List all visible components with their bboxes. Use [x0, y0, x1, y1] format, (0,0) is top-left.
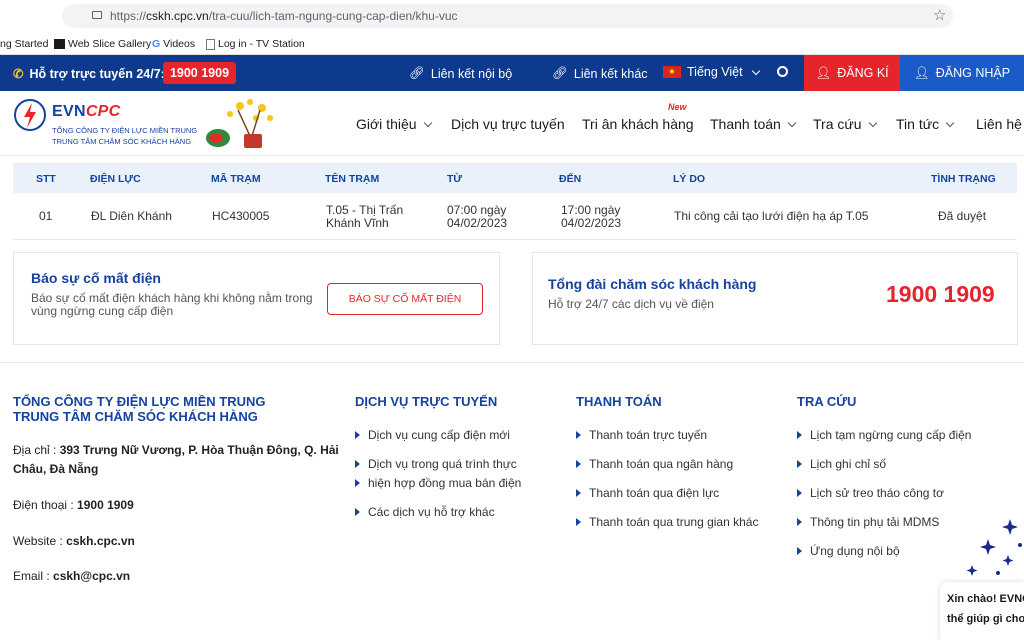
cell-ten-tram-2: Khánh Vĩnh — [326, 216, 389, 230]
chat-line-2: thể giúp gì cho — [947, 613, 1024, 625]
footer-website: Website : cskh.cpc.vn — [13, 534, 135, 548]
cell-den-2: 04/02/2023 — [561, 216, 622, 230]
footer-link-contract-2[interactable]: hiện hợp đồng mua bán điện — [354, 474, 521, 493]
bookmark-videos[interactable]: G Videos — [152, 38, 195, 50]
footer-company-2: TRUNG TÂM CHĂM SÓC KHÁCH HÀNG — [13, 409, 258, 424]
report-outage-button[interactable]: BÁO SỰ CỐ MẤT ĐIỆN — [327, 283, 483, 315]
cell-tinh-trang: Đã duyệt — [938, 209, 987, 223]
footer-link-meter-history[interactable]: Lịch sử treo tháo công tơ — [797, 484, 944, 503]
nav-gioi-thieu[interactable]: Giới thiệu — [356, 116, 432, 132]
footer-link-pay-online[interactable]: Thanh toán trực tuyến — [575, 426, 707, 445]
footer-lookup-title: TRA CỨU — [797, 394, 857, 409]
bookmark-web-slice[interactable]: Web Slice Gallery — [54, 38, 151, 50]
col-den: ĐẾN — [559, 173, 582, 185]
table-header: STT ĐIỆN LỰC MÃ TRẠM TÊN TRẠM TỪ ĐẾN LÝ … — [13, 163, 1017, 193]
new-badge: New — [668, 102, 687, 112]
footer-payment-title: THANH TOÁN — [576, 394, 662, 409]
evn-logo-icon[interactable] — [13, 98, 47, 132]
footer-link-meter-schedule[interactable]: Lịch ghi chỉ số — [796, 455, 886, 474]
tet-flowers-icon — [206, 99, 273, 148]
nav-lien-he[interactable]: Liên hệ — [976, 116, 1022, 132]
footer-link-contract[interactable]: Dịch vụ trong quá trình thực — [355, 455, 517, 474]
col-dien-luc: ĐIỆN LỰC — [90, 173, 141, 185]
vietnam-flag-icon: ★ — [663, 66, 681, 78]
report-card-text-2: vùng ngừng cung cấp điện — [31, 304, 174, 318]
cell-stt: 01 — [39, 209, 53, 223]
chevron-down-icon — [787, 118, 797, 127]
logo-subtitle-1: TỔNG CÔNG TY ĐIỆN LỰC MIỀN TRUNG — [52, 126, 198, 135]
footer-link-support[interactable]: Các dịch vụ hỗ trợ khác — [355, 503, 495, 522]
footer-link-pay-bank[interactable]: Thanh toán qua ngân hàng — [575, 455, 733, 474]
col-stt: STT — [36, 173, 56, 185]
table-row: 01 ĐL Diên Khánh HC430005 T.05 - Thị Trấ… — [13, 194, 1017, 240]
link-other[interactable]: 🔗︎ Liên kết khác — [552, 66, 648, 81]
search-icon[interactable] — [777, 66, 788, 77]
nav-tin-tuc[interactable]: Tin tức — [896, 116, 955, 132]
cell-tu-2: 04/02/2023 — [447, 216, 508, 230]
col-ma-tram: MÃ TRẠM — [211, 173, 261, 185]
link-icon: 🔗︎ — [552, 66, 568, 80]
link-internal[interactable]: 🔗︎ Liên kết nội bộ — [409, 66, 512, 81]
footer-link-internal-app[interactable]: Ứng dụng nội bộ — [797, 542, 900, 561]
sparkle-decoration-icon — [966, 519, 1022, 576]
nav-tra-cuu[interactable]: Tra cứu — [813, 116, 877, 132]
user-icon: 👤︎ — [913, 65, 930, 80]
footer-link-outage-schedule[interactable]: Lịch tạm ngừng cung cấp điện — [796, 426, 971, 445]
col-ly-do: LÝ DO — [673, 173, 706, 185]
hotline-number[interactable]: 1900 1909 — [886, 281, 995, 308]
cell-dien-luc: ĐL Diên Khánh — [91, 209, 172, 223]
footer-link-pay-intermediary[interactable]: Thanh toán qua trung gian khác — [575, 513, 758, 532]
logo-subtitle-2: TRUNG TÂM CHĂM SÓC KHÁCH HÀNG — [52, 137, 192, 146]
report-card-text-1: Báo sự cố mất điện khách hàng khi không … — [31, 291, 313, 305]
register-button[interactable]: 👤︎ ĐĂNG KÍ — [804, 55, 900, 91]
hotline-card-title: Tổng đài chăm sóc khách hàng — [548, 276, 757, 292]
footer-link-mdms[interactable]: Thông tin phụ tải MDMS — [796, 513, 939, 532]
lock-icon[interactable] — [92, 11, 102, 19]
footer-email: Email : cskh@cpc.vn — [13, 569, 131, 583]
col-tu: TỪ — [447, 173, 463, 185]
footer-services-title: DỊCH VỤ TRỰC TUYẾN — [355, 394, 498, 409]
chat-line-1: Xin chào! EVNC — [947, 593, 1024, 605]
user-icon: 👤︎ — [815, 65, 832, 80]
hotline-badge[interactable]: 1900 1909 — [163, 62, 236, 84]
chevron-down-icon — [945, 118, 955, 127]
link-icon: 🔗︎ — [409, 66, 425, 80]
google-icon: G — [152, 38, 161, 50]
cell-ly-do: Thi công cải tạo lưới điện hạ áp T.05 — [674, 209, 869, 223]
col-tinh-trang: TÌNH TRẠNG — [931, 173, 996, 185]
bookmark-getting-started[interactable]: ng Started — [0, 38, 48, 50]
col-ten-tram: TÊN TRẠM — [325, 173, 380, 185]
footer-phone: Điện thoại : 1900 1909 — [13, 498, 134, 512]
bookmark-tv-station[interactable]: Log in - TV Station — [206, 38, 305, 50]
footer-address-1: Địa chỉ : 393 Trưng Nữ Vương, P. Hòa Thu… — [13, 443, 339, 457]
footer-company-1: TỔNG CÔNG TY ĐIỆN LỰC MIỀN TRUNG — [13, 394, 266, 409]
nav-tri-an[interactable]: Tri ân khách hàng — [582, 116, 694, 132]
chat-bubble[interactable]: Xin chào! EVNC thể giúp gì cho — [940, 582, 1024, 640]
nav-dich-vu[interactable]: Dịch vụ trực tuyến — [451, 116, 565, 132]
cell-ma-tram: HC430005 — [212, 209, 270, 223]
support-label: ✆ Hỗ trợ trực tuyến 24/7: — [13, 66, 165, 82]
nav-thanh-toan[interactable]: Thanh toán — [710, 116, 797, 132]
footer-link-new-supply[interactable]: Dịch vụ cung cấp điện mới — [355, 426, 510, 445]
chevron-down-icon — [868, 118, 877, 127]
web-slice-icon — [54, 39, 65, 49]
page-icon — [206, 38, 215, 50]
chevron-down-icon — [751, 66, 760, 75]
browser-url-bar: https://cskh.cpc.vn/tra-cuu/lich-tam-ngu… — [0, 0, 1024, 33]
login-button[interactable]: 👤︎ ĐĂNG NHẬP — [900, 55, 1024, 91]
star-icon[interactable]: ☆ — [933, 6, 946, 24]
hotline-card-text: Hỗ trợ 24/7 các dịch vụ về điện — [548, 297, 714, 311]
url-text[interactable]: https://cskh.cpc.vn/tra-cuu/lich-tam-ngu… — [110, 9, 458, 23]
report-card-title: Báo sự cố mất điện — [31, 270, 161, 286]
logo-brand[interactable]: EVNCPC — [52, 103, 121, 121]
chevron-down-icon — [423, 118, 432, 127]
footer-address-2: Châu, Đà Nẵng — [13, 462, 99, 476]
section-divider — [0, 362, 1024, 363]
footer-link-pay-utility[interactable]: Thanh toán qua điện lực — [575, 484, 719, 503]
phone-icon: ✆ — [13, 67, 24, 81]
language-select[interactable]: ★ Tiếng Việt — [663, 65, 760, 79]
bookmarks-bar: ng Started Web Slice Gallery G Videos Log… — [0, 33, 1024, 55]
